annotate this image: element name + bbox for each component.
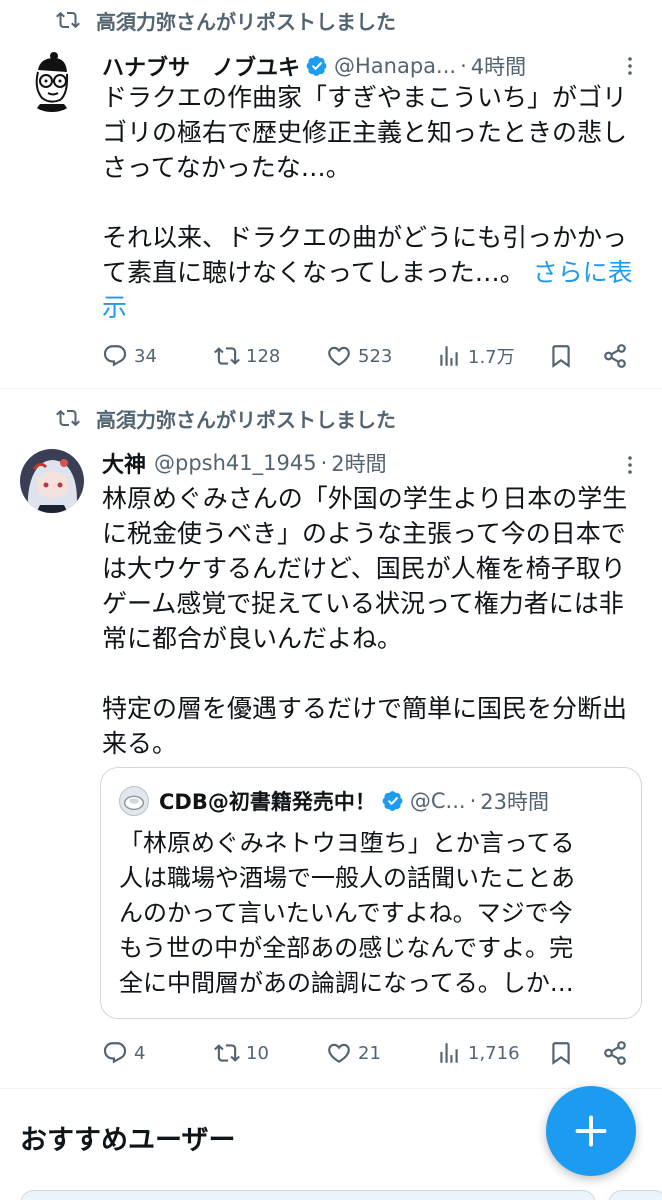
quote-text: 「林原めぐみネトウヨ堕ち」とか言ってる 人は職場や酒場で一般人の話聞いたことあ …	[119, 826, 629, 1001]
author-name[interactable]: 大神	[102, 447, 146, 479]
author-name[interactable]: ハナブサ ノブユキ	[102, 50, 300, 82]
repost-icon	[56, 409, 80, 427]
action-bar: 4 10 21 1,716	[102, 1033, 632, 1073]
plus-icon	[575, 1115, 607, 1147]
views-button[interactable]: 1,716	[436, 1040, 548, 1066]
quote-avatar[interactable]	[119, 786, 149, 816]
views-chart-icon	[440, 346, 458, 366]
repost-indicator: 高須力弥さんがリポストしました	[56, 400, 396, 436]
avatar-drawing	[20, 48, 84, 112]
text-line: は大ウケするんだけど、国民が人権を椅子取り	[102, 554, 626, 583]
text-line: んのかって言いたいんですよね。マジで今	[119, 899, 573, 927]
action-bar: 34 128 523 1.7万	[102, 336, 632, 376]
text-line: 人は職場や酒場で一般人の話聞いたことあ	[119, 864, 575, 892]
quoted-tweet[interactable]: CDB@初書籍発売中！ @C... · 23時間 「林原めぐみネトウヨ堕ち」とか…	[100, 767, 642, 1019]
views-button[interactable]: 1.7万	[436, 343, 548, 369]
reply-count: 4	[134, 1042, 146, 1064]
text-line: ドラクエの作曲家「すぎやまこういち」がゴリ	[102, 83, 628, 112]
quote-header: CDB@初書籍発売中！ @C... · 23時間	[119, 786, 625, 816]
like-count: 21	[358, 1042, 381, 1064]
show-more-link-continued[interactable]: 示	[102, 290, 644, 325]
reply-icon	[103, 345, 127, 367]
heart-icon	[328, 1043, 350, 1063]
quote-avatar-drawing	[123, 795, 145, 811]
repost-icon	[214, 347, 240, 365]
tweet-text: 林原めぐみさんの「外国の学生より日本の学生 に税金使うべき」のような主張って今の…	[102, 481, 644, 761]
verified-badge-icon	[382, 791, 403, 811]
reply-count: 34	[134, 345, 157, 367]
text-line-with-show-more: て素直に聴けなくなってしまった…。 さらに表	[102, 255, 644, 290]
like-count: 523	[358, 345, 393, 367]
text-line: 「林原めぐみネトウヨ堕ち」とか言ってる	[119, 829, 575, 857]
reply-icon	[103, 1042, 127, 1064]
text-line: 常に都合が良いんだよね。	[102, 624, 403, 653]
avatar[interactable]	[20, 48, 84, 112]
divider	[0, 1088, 662, 1089]
bookmark-icon[interactable]	[548, 1040, 574, 1066]
author-handle[interactable]: @Hanapa...	[334, 54, 456, 78]
timestamp[interactable]: 2時間	[331, 448, 386, 478]
separator: ·	[460, 54, 467, 78]
tweet-1[interactable]: 高須力弥さんがリポストしました ハナブサ ノブユキ @Hanapa... · 4…	[0, 0, 662, 388]
repost-icon	[214, 1044, 240, 1062]
reply-button[interactable]: 4	[102, 1040, 214, 1066]
verified-badge-icon	[306, 56, 327, 76]
text-line: に税金使うべき」のような主張って今の日本で	[102, 519, 626, 548]
repost-count: 128	[246, 345, 281, 367]
tweet-header: ハナブサ ノブユキ @Hanapa... · 4時間	[102, 48, 642, 84]
repost-icon	[56, 11, 80, 29]
tweet-text: ドラクエの作曲家「すぎやまこういち」がゴリ ゴリの極右で歴史修正主義と知ったとき…	[102, 80, 644, 325]
avatar[interactable]	[20, 449, 84, 513]
repost-indicator: 高須力弥さんがリポストしました	[56, 2, 396, 38]
separator: ·	[469, 789, 477, 813]
views-count: 1.7万	[468, 347, 515, 368]
compose-button[interactable]	[546, 1086, 636, 1176]
recommended-user-card[interactable]	[20, 1190, 596, 1200]
like-button[interactable]: 523	[326, 343, 436, 369]
reply-button[interactable]: 34	[102, 343, 214, 369]
quote-timestamp: 23時間	[480, 790, 549, 814]
repost-label[interactable]: 高須力弥さんがリポストしました	[96, 6, 396, 35]
quote-author-name: CDB@初書籍発売中！	[159, 790, 376, 814]
views-chart-icon	[440, 1043, 458, 1063]
repost-button[interactable]: 128	[214, 343, 326, 369]
share-icon[interactable]	[602, 343, 628, 369]
more-options-icon[interactable]	[618, 453, 642, 477]
repost-button[interactable]: 10	[214, 1040, 326, 1066]
recommended-users-heading: おすすめユーザー	[20, 1125, 236, 1156]
text-line: 林原めぐみさんの「外国の学生より日本の学生	[102, 484, 628, 513]
text-line: 全に中間層があの論調になってる。しか…	[119, 969, 574, 997]
text-line: 特定の層を優遇するだけで簡単に国民を分断出	[102, 694, 628, 723]
text-line: ゴリの極右で歴史修正主義と知ったときの悲し	[102, 118, 628, 147]
text-line: さってなかったな…。	[102, 153, 351, 182]
repost-count: 10	[246, 1042, 269, 1064]
repost-label[interactable]: 高須力弥さんがリポストしました	[96, 404, 396, 433]
separator: ·	[320, 451, 328, 475]
author-handle[interactable]: @ppsh41_1945	[154, 451, 317, 475]
tweet-header: 大神 @ppsh41_1945 · 2時間	[102, 445, 642, 481]
tweet-2[interactable]: 高須力弥さんがリポストしました 大神 @ppsh41_1945 · 2時間 林原…	[0, 389, 662, 1085]
recommended-user-card[interactable]	[608, 1190, 662, 1200]
like-button[interactable]: 21	[326, 1040, 436, 1066]
text-line: 来る。	[102, 729, 178, 758]
timestamp[interactable]: 4時間	[471, 51, 526, 81]
quote-author-handle: @C...	[409, 789, 466, 813]
text-line: もう世の中が全部あの感じなんですよ。完	[119, 934, 574, 962]
text-line: それ以来、ドラクエの曲がどうにも引っかかっ	[102, 223, 628, 252]
more-options-icon[interactable]	[618, 54, 642, 78]
text-line: て素直に聴けなくなってしまった…。	[102, 258, 525, 287]
heart-icon	[328, 346, 350, 366]
show-more-link[interactable]: さらに表	[533, 258, 633, 287]
avatar-drawing	[20, 449, 84, 513]
text-line: ゲーム感覚で捉えている状況って権力者には非	[102, 589, 624, 618]
share-icon[interactable]	[602, 1040, 628, 1066]
bookmark-icon[interactable]	[548, 343, 574, 369]
views-count: 1,716	[468, 1042, 520, 1064]
